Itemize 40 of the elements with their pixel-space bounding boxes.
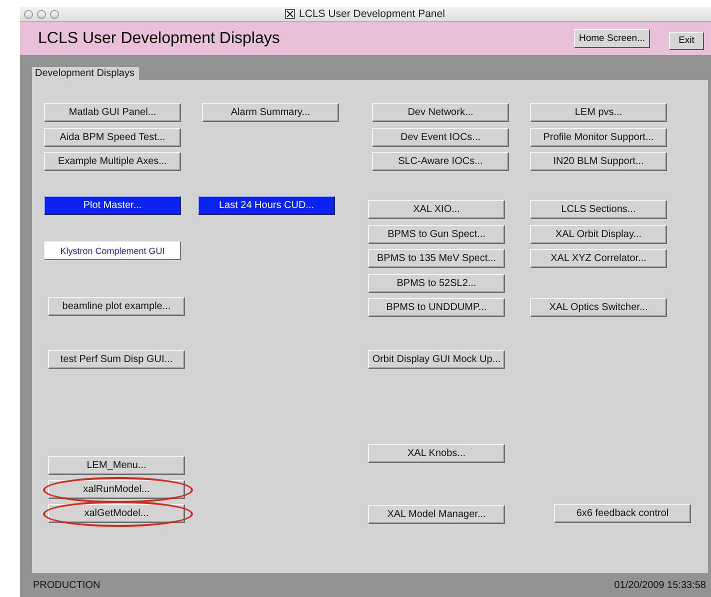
display-button[interactable]: XAL XIO... [368, 200, 505, 219]
display-button[interactable]: SLC-Aware IOCs... [372, 152, 509, 171]
page-title: LCLS User Development Displays [38, 30, 281, 48]
display-button[interactable]: Alarm Summary... [202, 103, 339, 122]
display-button[interactable]: BPMS to 52SL2... [368, 274, 505, 293]
x-window-icon [285, 9, 296, 19]
display-button[interactable]: Dev Network... [372, 103, 509, 122]
display-button[interactable]: Plot Master... [44, 196, 181, 215]
display-button[interactable]: beamline plot example... [48, 297, 185, 316]
display-button[interactable]: XAL XYZ Correlator... [530, 249, 667, 268]
window-controls[interactable] [24, 10, 59, 18]
display-button[interactable]: IN20 BLM Support... [530, 152, 667, 171]
status-mode: PRODUCTION [33, 580, 100, 590]
exit-button[interactable]: Exit [669, 32, 704, 50]
display-button[interactable]: XAL Model Manager... [368, 505, 505, 524]
timestamp: 01/20/2009 15:33:58 [614, 580, 706, 590]
window-title: LCLS User Development Panel [299, 8, 445, 20]
display-button[interactable]: 6x6 feedback control [554, 504, 691, 523]
display-button[interactable]: Example Multiple Axes... [44, 152, 181, 171]
display-button[interactable]: BPMS to 135 MeV Spect... [368, 249, 505, 268]
display-button[interactable]: Klystron Complement GUI [44, 241, 181, 260]
display-button[interactable]: LEM pvs... [530, 103, 667, 122]
home-screen-button[interactable]: Home Screen... [574, 29, 650, 48]
display-button[interactable]: LEM_Menu... [48, 456, 185, 475]
display-button[interactable]: Matlab GUI Panel... [44, 103, 181, 122]
display-button[interactable]: Last 24 Hours CUD... [198, 196, 335, 215]
display-button[interactable]: xalRunModel... [48, 480, 185, 499]
display-button[interactable]: LCLS Sections... [530, 200, 667, 219]
display-button[interactable]: Profile Monitor Support... [530, 128, 667, 147]
display-button[interactable]: XAL Knobs... [368, 444, 505, 463]
display-button[interactable]: Aida BPM Speed Test... [44, 128, 181, 147]
display-button[interactable]: XAL Orbit Display... [530, 225, 667, 244]
group-label: Development Displays [32, 67, 138, 80]
display-button[interactable]: XAL Optics Switcher... [530, 298, 667, 317]
display-button[interactable]: BPMS to Gun Spect... [368, 225, 505, 244]
display-button[interactable]: BPMS to UNDDUMP... [368, 298, 505, 317]
display-button[interactable]: Orbit Display GUI Mock Up... [368, 350, 505, 369]
display-button[interactable]: xalGetModel... [48, 504, 185, 523]
display-button[interactable]: Dev Event IOCs... [372, 128, 509, 147]
display-button[interactable]: test Perf Sum Disp GUI... [48, 350, 185, 369]
